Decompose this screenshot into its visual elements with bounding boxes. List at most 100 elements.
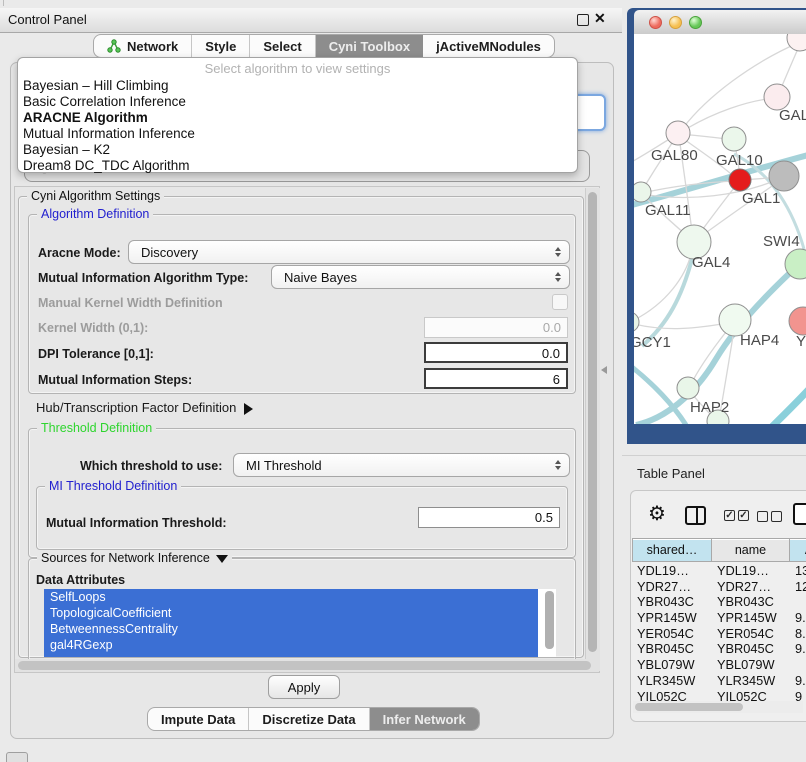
node-hap2[interactable] [677,377,699,399]
algorithm-definition-title: Algorithm Definition [37,207,153,221]
column-header-cut[interactable]: A [789,538,806,562]
algorithm-option[interactable]: Basic Correlation Inference [18,94,577,110]
bottom-left-button[interactable] [6,752,28,762]
settings-horizontal-scrollbar[interactable] [15,659,599,672]
node-gal11[interactable] [634,182,651,202]
attribute-option[interactable]: gal4RGexp [44,637,556,653]
close-window-icon[interactable] [649,16,662,29]
manual-kernel-label: Manual Kernel Width Definition [38,296,223,310]
gear-icon[interactable]: ⚙ [648,503,666,525]
node-label: HAP2 [690,399,729,416]
tab-impute-data[interactable]: Impute Data [148,708,249,730]
table-row[interactable]: YER054C YER054C 8. [632,626,806,642]
new-table-icon[interactable] [793,503,806,525]
mi-steps-field[interactable]: 6 [424,368,568,389]
node-gal10[interactable] [722,127,746,151]
list-scrollbar[interactable] [545,591,554,649]
collapse-down-icon [216,555,228,563]
algorithm-option[interactable]: Bayesian – Hill Climbing [18,78,577,94]
table-row[interactable]: YDL19… YDL19… 13 [632,563,806,579]
table-row[interactable]: YBL079W YBL079W [632,657,806,673]
network-canvas[interactable]: GAL GAL80 GAL10 GAL1 GAL11 SWI4 GAL4 GCY… [634,34,806,424]
float-window-icon[interactable] [577,14,589,26]
node-label: GAL4 [692,254,730,271]
tab-cyni-toolbox[interactable]: Cyni Toolbox [316,35,423,57]
tab-network[interactable]: Network [94,35,192,57]
network-icon [107,39,121,53]
table-rows: YDL19… YDL19… 13 YDR27… YDR27… 12 YBR043… [632,563,806,704]
select-all-checked-icon[interactable]: ✓ [724,510,735,521]
hub-definition-toggle[interactable]: Hub/Transcription Factor Definition [36,400,253,415]
algorithm-option[interactable]: Dream8 DC_TDC Algorithm [18,158,577,174]
column-header-name[interactable]: name [711,538,790,562]
node-label: GAL11 [645,202,691,219]
select-all-checked-icon[interactable]: ✓ [738,510,749,521]
zoom-window-icon[interactable] [689,16,702,29]
aracne-mode-combo[interactable]: Discovery [128,240,570,264]
kernel-width-field[interactable]: 0.0 [424,317,568,338]
table-row[interactable]: YBR045C YBR045C 9. [632,641,806,657]
attribute-option[interactable]: TopologicalCoefficient [44,605,556,621]
scroll-thumb[interactable] [588,192,597,652]
settings-vertical-scrollbar[interactable] [585,188,600,671]
algorithm-dropdown-popup: Select algorithm to view settings Bayesi… [17,57,578,173]
sources-title[interactable]: Sources for Network Inference [37,551,232,565]
column-header-shared-name[interactable]: shared… [632,538,712,562]
apply-button[interactable]: Apply [268,675,340,699]
attribute-option[interactable]: BetweennessCentrality [44,621,556,637]
table-horizontal-scrollbar[interactable] [633,701,803,713]
minimize-window-icon[interactable] [669,16,682,29]
deselect-icon[interactable] [757,511,768,522]
attribute-option[interactable]: SelfLoops [44,589,556,605]
node-gcy1[interactable] [634,312,639,332]
tab-jactivemnodules[interactable]: jActiveMNodules [423,35,554,57]
node-label: GAL1 [742,190,780,207]
node-label: GAL80 [651,147,698,164]
dpi-tolerance-label: DPI Tolerance [0,1]: [38,347,154,361]
aracne-mode-label: Aracne Mode: [38,246,121,260]
node-gal1[interactable] [729,169,751,191]
network-graph: GAL GAL80 GAL10 GAL1 GAL11 SWI4 GAL4 GCY… [634,34,806,424]
deselect-icon[interactable] [771,511,782,522]
algorithm-option[interactable]: Bayesian – K2 [18,142,577,158]
tab-infer-network[interactable]: Infer Network [370,708,479,730]
which-threshold-label: Which threshold to use: [80,459,222,473]
tab-label: Network [127,39,178,54]
mi-threshold-field[interactable]: 0.5 [418,507,560,528]
tab-select[interactable]: Select [250,35,315,57]
tab-style[interactable]: Style [192,35,250,57]
columns-icon[interactable] [685,506,706,525]
panel-title: Control Panel [8,12,87,27]
algorithm-option[interactable]: Mutual Information Inference [18,126,577,142]
algorithm-option[interactable]: ARACNE Algorithm [18,110,577,126]
scroll-thumb[interactable] [18,661,591,670]
manual-kernel-checkbox[interactable] [552,294,568,310]
stepper-icon [555,460,561,470]
mi-type-combo[interactable]: Naive Bayes [271,265,570,289]
splitter-collapse-icon[interactable] [601,366,607,374]
node-label: GAL10 [716,152,763,169]
algorithm-list: Bayesian – Hill ClimbingBasic Correlatio… [18,78,577,174]
node-y-cut[interactable] [789,307,806,335]
dpi-tolerance-field[interactable]: 0.0 [424,342,568,363]
which-threshold-combo[interactable]: MI Threshold [233,453,570,477]
table-row[interactable]: YBR043C YBR043C [632,594,806,610]
node-label: SWI4 [763,233,800,250]
node-cut-top[interactable] [787,34,806,51]
node-label: Y [796,333,806,350]
close-icon[interactable]: ✕ [594,10,606,27]
data-attributes-label: Data Attributes [36,573,125,587]
network-window-titlebar[interactable] [634,10,806,35]
node-gray[interactable] [769,161,799,191]
network-view-window[interactable]: GAL GAL80 GAL10 GAL1 GAL11 SWI4 GAL4 GCY… [627,8,806,444]
kernel-width-label: Kernel Width (0,1): [38,321,148,335]
table-row[interactable]: YDR27… YDR27… 12 [632,579,806,595]
table-row[interactable]: YLR345W YLR345W 9. [632,673,806,689]
scroll-thumb[interactable] [635,703,743,711]
node-gal80[interactable] [666,121,690,145]
tab-discretize-data[interactable]: Discretize Data [249,708,369,730]
control-panel-tabbar: Network Style Select Cyni Toolbox jActiv… [93,34,555,58]
table-row[interactable]: YPR145W YPR145W 9. [632,610,806,626]
mi-type-label: Mutual Information Algorithm Type: [38,271,248,285]
mi-threshold-label: Mutual Information Threshold: [46,516,227,530]
